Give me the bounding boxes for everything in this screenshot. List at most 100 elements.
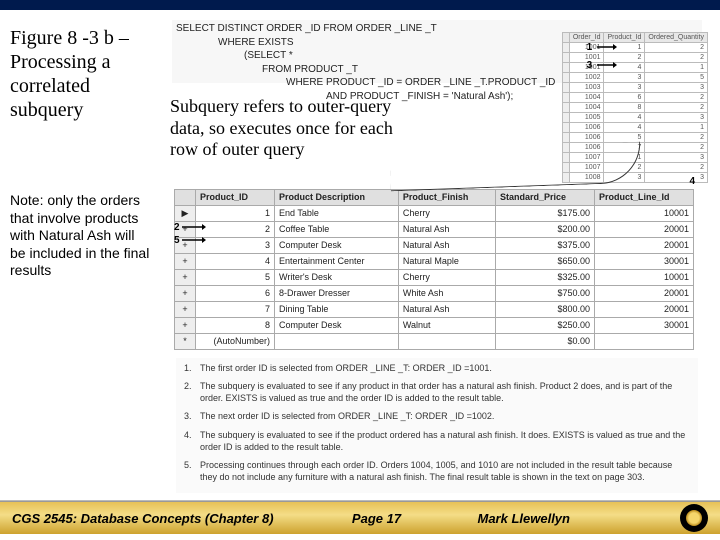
cell: 4 (604, 113, 645, 123)
cell: Computer Desk (275, 318, 399, 334)
cell: 2 (645, 93, 708, 103)
product-th-mark (175, 190, 196, 206)
cell: 1 (645, 123, 708, 133)
cell: Natural Ash (398, 302, 495, 318)
cell: 1006 (569, 123, 604, 133)
cell: $175.00 (496, 206, 595, 222)
step-text: The subquery is evaluated to see if any … (200, 380, 690, 404)
cell: 6 (604, 93, 645, 103)
cell: 3 (604, 83, 645, 93)
cell: 1003 (569, 83, 604, 93)
cell (562, 63, 569, 73)
step-marker-4: 4 (689, 176, 695, 187)
cell: 20001 (595, 302, 694, 318)
product-row-mark: ▶ (175, 206, 196, 222)
footer-course: CGS 2545: Database Concepts (Chapter 8) (12, 511, 296, 526)
cell (562, 113, 569, 123)
cell: 10001 (595, 270, 694, 286)
step-marker-1: 1 (587, 42, 617, 53)
product-th-id: Product_ID (196, 190, 275, 206)
arrow-right-icon (597, 61, 617, 69)
product-row-mark: + (175, 318, 196, 334)
product-th-line: Product_Line_Id (595, 190, 694, 206)
product-row-mark: + (175, 286, 196, 302)
figure-title: Figure 8 -3 b – Processing a correlated … (10, 26, 160, 122)
order-th-orderid: Order_Id (569, 33, 604, 43)
cell (562, 103, 569, 113)
step-marker-5: 5 (174, 235, 206, 246)
step-marker-2: 2 (174, 222, 206, 233)
cell: 1004 (569, 93, 604, 103)
step-num: 2. (184, 380, 200, 404)
content-area: Figure 8 -3 b – Processing a correlated … (0, 10, 720, 493)
ucf-logo-icon (680, 504, 708, 532)
product-row-mark: * (175, 334, 196, 350)
step-marker-3: 3 (587, 60, 617, 71)
order-th-blank (562, 33, 569, 43)
footer-bar: CGS 2545: Database Concepts (Chapter 8) … (0, 502, 720, 534)
footer: CGS 2545: Database Concepts (Chapter 8) … (0, 500, 720, 540)
top-navy-bar (0, 0, 720, 10)
cell: $375.00 (496, 238, 595, 254)
cell: 20001 (595, 286, 694, 302)
step-text: The subquery is evaluated to see if the … (200, 429, 690, 453)
cell: $250.00 (496, 318, 595, 334)
cell: 20001 (595, 222, 694, 238)
cell: 1 (645, 63, 708, 73)
cell: $800.00 (496, 302, 595, 318)
cell: Natural Maple (398, 254, 495, 270)
cell: 5 (196, 270, 275, 286)
marker-1-label: 1 (587, 42, 593, 53)
cell: $650.00 (496, 254, 595, 270)
cell: 30001 (595, 254, 694, 270)
cell: Coffee Table (275, 222, 399, 238)
cell (398, 334, 495, 350)
footer-author: Mark Llewellyn (458, 511, 681, 526)
cell: 8 (604, 103, 645, 113)
cell: 20001 (595, 238, 694, 254)
cell: 8-Drawer Dresser (275, 286, 399, 302)
cell: Cherry (398, 206, 495, 222)
cell: White Ash (398, 286, 495, 302)
arrow-right-icon (597, 43, 617, 51)
cell (562, 73, 569, 83)
cell (562, 123, 569, 133)
side-note: Note: only the orders that involve produ… (10, 192, 150, 280)
cell: 8 (196, 318, 275, 334)
cell: 2 (645, 53, 708, 63)
cell: 4 (604, 123, 645, 133)
cell: End Table (275, 206, 399, 222)
cell (562, 53, 569, 63)
cell: 1005 (569, 113, 604, 123)
cell: 3 (196, 238, 275, 254)
product-th-finish: Product_Finish (398, 190, 495, 206)
cell: 1004 (569, 103, 604, 113)
product-table: Product_ID Product Description Product_F… (174, 189, 694, 350)
cell: $0.00 (496, 334, 595, 350)
cell: Natural Ash (398, 238, 495, 254)
processing-steps: 1.The first order ID is selected from OR… (176, 358, 698, 493)
cell (595, 334, 694, 350)
product-row-mark: + (175, 254, 196, 270)
cell: 2 (645, 143, 708, 153)
cell: 1002 (569, 73, 604, 83)
cell: 2 (645, 43, 708, 53)
subquery-caption: Subquery refers to outer-query data, so … (170, 96, 410, 161)
cell: Cherry (398, 270, 495, 286)
cell: $325.00 (496, 270, 595, 286)
cell: Natural Ash (398, 222, 495, 238)
product-row-mark: + (175, 302, 196, 318)
cell: 1006 (569, 133, 604, 143)
cell: Dining Table (275, 302, 399, 318)
step-num: 1. (184, 362, 200, 374)
cell: (AutoNumber) (196, 334, 275, 350)
cell: 2 (645, 103, 708, 113)
cell (562, 43, 569, 53)
cell: 4 (196, 254, 275, 270)
step-text: The next order ID is selected from ORDER… (200, 410, 494, 422)
cell: 3 (604, 73, 645, 83)
product-th-desc: Product Description (275, 190, 399, 206)
step-text: The first order ID is selected from ORDE… (200, 362, 492, 374)
step-num: 4. (184, 429, 200, 453)
cell: 10001 (595, 206, 694, 222)
